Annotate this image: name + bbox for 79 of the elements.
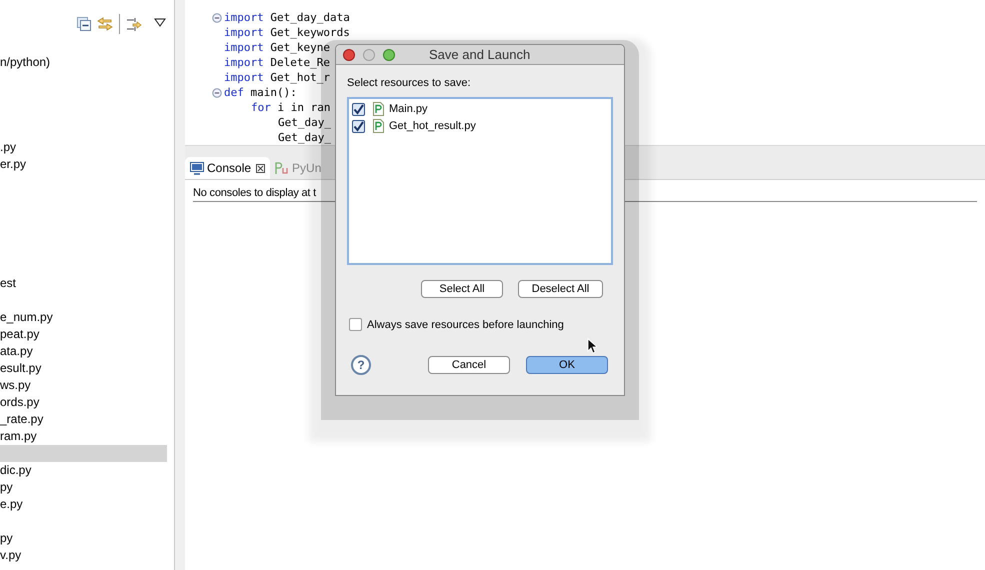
file-name: n/python) (0, 55, 50, 69)
code-keyword: def (224, 85, 244, 100)
filter-arrows-icon[interactable] (126, 17, 142, 33)
code-text: Get_keywords (269, 25, 350, 40)
python-file-icon (373, 102, 384, 116)
collapse-all-icon[interactable] (77, 17, 91, 31)
file-name: ata.py (0, 344, 33, 358)
file-name: er.py (0, 157, 26, 171)
file-name: ords.py (0, 395, 40, 409)
code-keyword: import (224, 10, 264, 25)
tree-row[interactable]: v.py (0, 547, 167, 564)
tree-row[interactable]: peat.py (0, 326, 167, 343)
always-save-label: Always save resources before launching (367, 318, 564, 332)
file-name: py (0, 480, 13, 494)
checkbox[interactable] (349, 318, 362, 332)
code-keyword: for (251, 100, 271, 115)
dialog-title: Save and Launch (429, 46, 530, 64)
tree-row[interactable]: esult.py (0, 360, 167, 377)
file-name: Get_hot_result.py (389, 118, 476, 134)
file-name: e.py (0, 497, 23, 511)
help-icon[interactable]: ? (351, 355, 371, 375)
file-name: .py (0, 140, 16, 154)
console-message: No consoles to display at t (193, 187, 316, 199)
ok-button[interactable]: OK (526, 356, 608, 374)
code-text: Get_day_data (269, 10, 350, 25)
tree-row[interactable]: ata.py (0, 343, 167, 360)
file-name: _rate.py (0, 412, 44, 426)
file-name: py (0, 531, 13, 545)
cancel-button[interactable]: Cancel (428, 356, 510, 374)
tree-row[interactable]: er.py (0, 156, 167, 173)
checkbox[interactable] (352, 102, 365, 116)
code-keyword: import (224, 70, 264, 85)
file-name: v.py (0, 548, 22, 562)
tree-row[interactable]: _rate.py (0, 411, 167, 428)
close-button[interactable] (343, 48, 355, 60)
code-keyword: import (224, 25, 264, 40)
code-text: Get_day_ (278, 115, 331, 130)
tree-row[interactable]: py (0, 530, 167, 547)
python-file-icon (373, 119, 384, 133)
file-name: est (0, 276, 16, 290)
code-keyword: import (224, 55, 264, 70)
tree-row[interactable]: ws.py (0, 377, 167, 394)
code-text: Get_day_ (278, 130, 331, 145)
code-keyword: import (224, 40, 264, 55)
link-arrows-icon[interactable] (97, 17, 113, 31)
fold-toggle-icon[interactable] (212, 88, 222, 98)
code-text: Delete_Re (269, 55, 330, 70)
tree-row[interactable]: est (0, 275, 167, 292)
dropdown-triangle-icon[interactable] (154, 18, 166, 27)
file-name: Main.py (389, 102, 428, 117)
tree-row[interactable]: ram.py (0, 428, 167, 445)
zoom-button[interactable] (383, 48, 395, 60)
tree-row[interactable]: dic.py (0, 462, 167, 479)
tree-row[interactable]: e.py (0, 496, 167, 513)
file-name: dic.py (0, 463, 32, 477)
tree-row[interactable]: e_num.py (0, 309, 167, 326)
checkbox[interactable] (352, 120, 365, 132)
deselect-all-button[interactable]: Deselect All (518, 280, 603, 298)
code-text: main(): (249, 85, 297, 100)
tree-row[interactable]: ords.py (0, 394, 167, 411)
monitor-icon (190, 162, 204, 174)
prompt-label: Select resources to save: (347, 76, 472, 91)
close-icon[interactable] (256, 164, 266, 172)
mouse-pointer-icon (587, 338, 597, 354)
select-all-button[interactable]: Select All (421, 280, 503, 298)
panel-tab[interactable]: Console (185, 157, 270, 179)
code-text: Get_keyne (269, 40, 330, 55)
file-name: peat.py (0, 327, 40, 341)
tree-row[interactable]: n/python) (0, 54, 167, 71)
file-name: esult.py (0, 361, 42, 375)
tree-row[interactable]: .py (0, 139, 167, 156)
file-name: e_num.py (0, 310, 53, 324)
file-name: ws.py (0, 378, 31, 392)
code-text: i in ran (276, 100, 330, 115)
fold-toggle-icon[interactable] (212, 12, 222, 22)
file-name: ram.py (0, 429, 37, 443)
code-text: Get_hot_r (269, 70, 330, 85)
tree-row[interactable]: py (0, 479, 167, 496)
pyunit-icon (275, 162, 290, 174)
